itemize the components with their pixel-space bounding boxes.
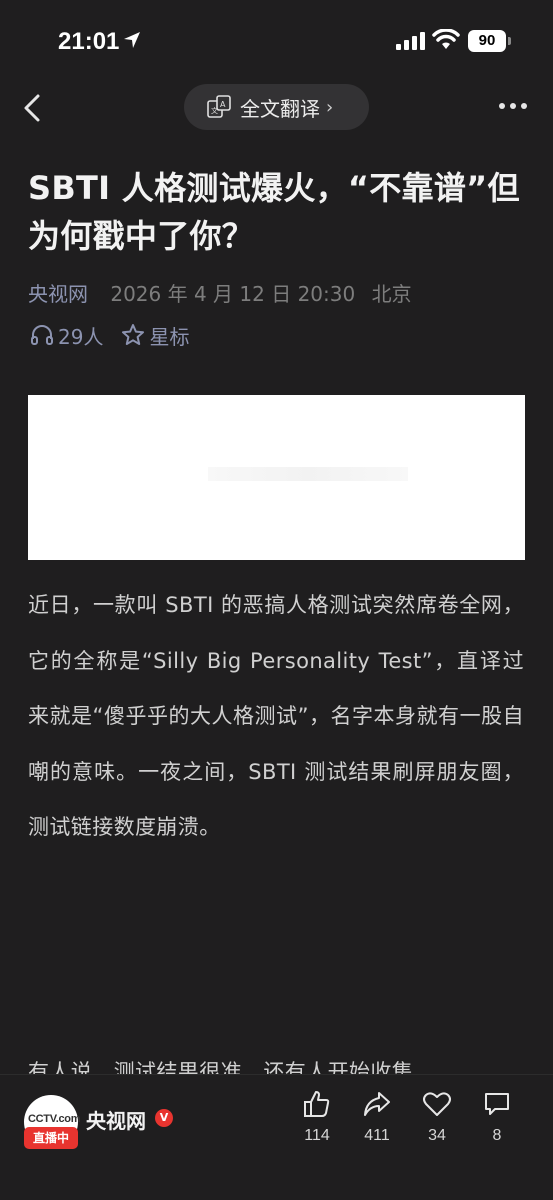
article-title: SBTI 人格测试爆火，“不靠谱”但为何戳中了你？: [28, 169, 520, 255]
star-label: 星标: [149, 324, 190, 349]
wifi-icon: [432, 29, 460, 49]
battery-nub: [508, 37, 511, 45]
thumbs-up-icon: [304, 1091, 330, 1117]
status-time: 21:01: [58, 28, 120, 55]
chevron-right-icon: ›: [326, 96, 334, 118]
headphones-icon: [31, 325, 53, 345]
status-bar: 21:01 90: [0, 0, 553, 80]
comment-button[interactable]: 8: [472, 1089, 522, 1145]
star-button[interactable]: 星标: [121, 321, 189, 350]
favorite-count: 34: [428, 1127, 446, 1144]
live-badge: 直播中: [24, 1127, 78, 1149]
share-icon: [364, 1092, 390, 1116]
share-button[interactable]: 411: [352, 1089, 402, 1145]
comment-icon: [485, 1093, 509, 1115]
translate-icon: A 文: [207, 95, 231, 118]
cctv-logo: CCTV.com: [28, 1113, 81, 1125]
svg-text:A: A: [220, 100, 226, 109]
article-date: 2026 年 4 月 12 日 20:30: [110, 282, 356, 306]
like-count: 114: [304, 1127, 330, 1144]
share-count: 411: [364, 1127, 390, 1144]
article-paragraph: 近日，一款叫 SBTI 的恶搞人格测试突然席卷全网，它的全称是“Silly Bi…: [28, 593, 524, 839]
article-image[interactable]: [28, 395, 525, 560]
article-meta: 央视网 2026 年 4 月 12 日 20:30 北京: [28, 278, 412, 307]
more-options-button[interactable]: [498, 100, 528, 112]
verified-badge-icon: V: [155, 1109, 173, 1127]
bottom-action-bar: CCTV.com 直播中 央视网 V 114 411 34 8: [0, 1074, 553, 1200]
battery-indicator: 90: [468, 30, 506, 52]
translate-label: 全文翻译: [240, 96, 320, 121]
listen-button[interactable]: 29人: [30, 321, 103, 350]
star-icon: [122, 324, 145, 345]
back-button[interactable]: [18, 88, 50, 128]
svg-text:文: 文: [211, 106, 218, 115]
like-button[interactable]: 114: [292, 1089, 342, 1145]
translate-button[interactable]: A 文 全文翻译 ›: [184, 84, 369, 130]
listener-count: 29人: [58, 324, 104, 349]
article-stats: 29人 星标: [30, 320, 189, 350]
location-arrow-icon: [124, 32, 140, 48]
article-source-link[interactable]: 央视网: [28, 282, 88, 306]
cellular-signal-icon: [396, 32, 425, 50]
article-paragraph-partial: 有人说，测试结果很准，还有人开始收集: [28, 1060, 414, 1076]
favorite-button[interactable]: 34: [412, 1089, 462, 1145]
heart-icon: [423, 1092, 451, 1116]
comment-count: 8: [492, 1127, 502, 1144]
image-faint-content: [208, 467, 408, 481]
channel-name[interactable]: 央视网: [86, 1105, 146, 1134]
article-location: 北京: [371, 282, 412, 306]
